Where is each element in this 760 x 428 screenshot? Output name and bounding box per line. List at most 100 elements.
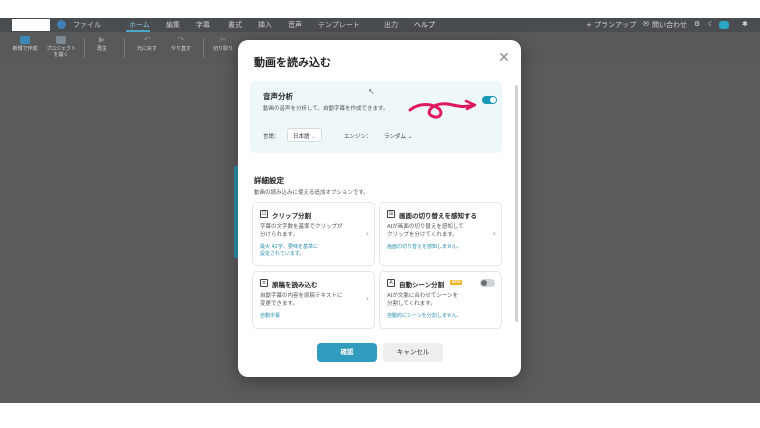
menu-export[interactable]: 出力 <box>384 20 398 30</box>
card-description-line: AIが画面の切り替えを感知して <box>387 224 464 230</box>
card-description-line: 変更できます。 <box>260 301 298 307</box>
redo-label: やり直す <box>170 46 191 52</box>
auto-scene-split-card[interactable]: A 自動シーン分割 NEW AIが文脈に合わせてシーンを 分割してくれます。 自… <box>379 271 502 329</box>
card-description-line: クリップを分けてくれます。 <box>387 232 458 238</box>
menu-templates[interactable]: テンプレート <box>318 20 360 30</box>
menu-subtitles[interactable]: 字幕 <box>196 20 210 30</box>
redo-icon: ↷ <box>177 35 185 44</box>
toolbar-divider <box>203 38 204 58</box>
scene-change-card[interactable]: ⊞ 画面の切り替えを感知する AIが画面の切り替えを感知して クリップを分けてく… <box>379 202 502 266</box>
card-note-line: 画面の切り替えを感知しません。 <box>387 244 462 250</box>
language-select[interactable]: 日本語 ⌄ <box>287 128 322 142</box>
card-note: 最大 42字、要味を基準に 設定されています。 <box>260 244 318 258</box>
new-badge: NEW <box>450 280 462 285</box>
scene-change-icon: ⊞ <box>387 210 395 218</box>
new-project-icon <box>20 36 30 44</box>
redo-button[interactable]: ↷ やり直す <box>168 35 194 53</box>
annotation-arrow-icon <box>408 99 477 119</box>
dialog-scrollbar[interactable] <box>515 85 518 322</box>
clip-split-icon: ⊡ <box>260 210 268 218</box>
menu-home[interactable]: ホーム <box>129 20 150 30</box>
auto-scene-toggle[interactable] <box>480 279 495 287</box>
audio-analysis-toggle[interactable] <box>482 96 497 104</box>
card-description: 字幕の文字数を基準でクリップが 分けられます。 <box>260 223 343 239</box>
engine-label: エンジン： <box>344 134 372 140</box>
mail-icon: ✉ <box>643 20 649 28</box>
menu-file[interactable]: ファイル <box>73 20 101 30</box>
card-description-line: 自動字幕の内容を原稿テキストに <box>260 293 343 299</box>
import-script-card[interactable]: ≡ 原稿を読み込む 自動字幕の内容を原稿テキストに 変更できます。 自動字幕 › <box>252 271 375 329</box>
card-note: 自動字幕 <box>260 313 280 320</box>
play-button[interactable]: ▶ 再生 <box>92 35 112 53</box>
card-title: 画面の切り替えを感知する <box>399 212 477 220</box>
play-label: 再生 <box>96 46 107 52</box>
confirm-button[interactable]: 確認 <box>317 343 377 362</box>
scissors-icon: ✂ <box>219 35 227 44</box>
advanced-settings-description: 動画の読み込みに使える追加オプションです。 <box>254 190 369 196</box>
card-description-line: 分割してくれます。 <box>387 301 436 307</box>
toggle-knob <box>490 97 496 103</box>
settings-icon[interactable]: ⚙ <box>694 21 701 28</box>
contact-link[interactable]: 問い合わせ <box>652 20 687 30</box>
play-icon: ▶ <box>98 35 106 44</box>
audio-analysis-panel: 音声分析 ↖ 動画の音声を分析して、自動字幕を作成できます。 言語： 日本語 ⌄… <box>250 81 502 153</box>
menu-insert[interactable]: 挿入 <box>258 20 272 30</box>
cancel-button[interactable]: キャンセル <box>383 343 443 362</box>
audio-analysis-description: 動画の音声を分析して、自動字幕を作成できます。 <box>263 106 389 112</box>
chevron-right-icon: › <box>492 229 496 238</box>
cursor-icon: ↖ <box>368 87 375 96</box>
document-name-box[interactable] <box>12 19 50 31</box>
card-title: クリップ分割 <box>272 212 311 220</box>
card-description: AIが画面の切り替えを感知して クリップを分けてくれます。 <box>387 223 464 239</box>
toolbar-divider <box>124 38 125 58</box>
card-description-line: 字幕の文字数を基準でクリップが <box>260 224 343 230</box>
menu-edit[interactable]: 編集 <box>166 20 180 30</box>
chevron-right-icon: › <box>365 294 369 303</box>
cut-label: 切り取り <box>212 46 233 52</box>
chevron-down-icon: ⌄ <box>311 134 316 140</box>
open-project-label: プロジェクト を開く <box>45 46 76 58</box>
clip-split-card[interactable]: ⊡ クリップ分割 字幕の文字数を基準でクリップが 分けられます。 最大 42字、… <box>252 202 375 266</box>
help-icon[interactable]: ☾ <box>708 21 715 28</box>
import-video-dialog: 動画を読み込む ✕ 音声分析 ↖ 動画の音声を分析して、自動字幕を作成できます。… <box>238 40 521 377</box>
close-icon[interactable]: ✕ <box>497 51 511 65</box>
language-label: 言語： <box>263 134 280 140</box>
card-note-line: 自動字幕 <box>260 313 281 319</box>
cut-button[interactable]: ✂ 切り取り <box>210 35 236 53</box>
card-description: 自動字幕の内容を原稿テキストに 変更できます。 <box>260 292 342 308</box>
card-note: 画面の切り替えを感知しません。 <box>387 244 462 251</box>
card-note: 自動的にシーンを分割しません。 <box>387 313 462 320</box>
auto-scene-icon: A <box>387 279 395 287</box>
card-description-line: AIが文脈に合わせてシーンを <box>387 293 459 299</box>
engine-select[interactable]: ランダム ⌄ <box>384 132 412 140</box>
open-project-button[interactable]: プロジェクト を開く <box>44 36 78 58</box>
audio-analysis-title: 音声分析 <box>263 92 293 101</box>
sun-icon[interactable]: ✱ <box>742 21 749 28</box>
card-title: 原稿を読み込む <box>272 281 318 289</box>
undo-button[interactable]: ↶ 元に戻す <box>134 36 160 53</box>
card-title: 自動シーン分割 <box>399 281 445 289</box>
upgrade-plan-link[interactable]: + プランアップ <box>586 20 636 30</box>
undo-label: 元に戻す <box>136 46 157 52</box>
new-project-button[interactable]: 新規で作成 <box>10 36 40 52</box>
theme-toggle[interactable] <box>719 21 729 29</box>
card-note-line: 設定されています。 <box>260 251 305 257</box>
menu-help[interactable]: ヘルプ <box>414 20 435 30</box>
dialog-title: 動画を読み込む <box>254 56 331 69</box>
advanced-settings-title: 詳細設定 <box>254 176 284 185</box>
card-description: AIが文脈に合わせてシーンを 分割してくれます。 <box>387 292 458 308</box>
new-project-label: 新規で作成 <box>12 46 38 52</box>
menu-bar: ファイル ホーム 編集 字幕 書式 挿入 音声 テンプレート 出力 ヘルプ + … <box>0 18 760 32</box>
menu-format[interactable]: 書式 <box>228 20 242 30</box>
menu-audio[interactable]: 音声 <box>288 20 302 30</box>
card-note-line: 自動的にシーンを分割しません。 <box>387 313 462 319</box>
toggle-knob <box>481 280 487 286</box>
card-description-line: 分けられます。 <box>260 232 298 238</box>
language-value: 日本語 <box>293 134 310 140</box>
user-icon[interactable] <box>57 20 66 29</box>
card-note-line: 最大 42字、要味を基準に <box>260 244 318 250</box>
script-icon: ≡ <box>260 279 268 287</box>
toolbar-divider <box>84 38 85 58</box>
chevron-right-icon: › <box>365 229 369 238</box>
folder-icon <box>56 36 66 44</box>
